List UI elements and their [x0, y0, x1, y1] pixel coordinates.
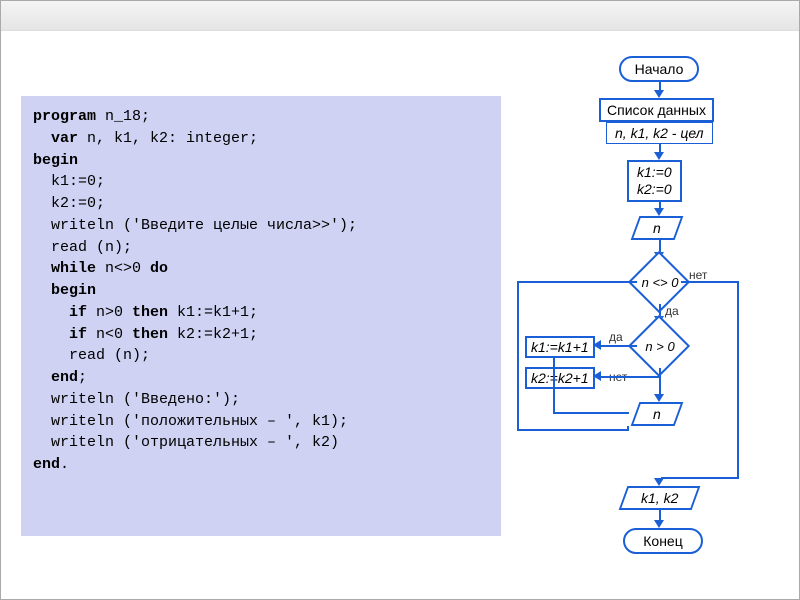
kw-end: end	[33, 369, 78, 386]
io-label: n	[653, 220, 661, 236]
edge	[517, 429, 629, 431]
edge	[661, 477, 739, 479]
code-text: k1:=k1+1;	[177, 304, 258, 321]
code-text: ;	[78, 369, 87, 386]
code-panel: program n_18; var n, k1, k2: integer; be…	[21, 96, 501, 536]
edge	[737, 281, 739, 479]
io-read-n-1: n	[631, 216, 684, 240]
declaration-box: n, k1, k2 - цел	[606, 122, 713, 144]
code-text: n<>0	[105, 260, 150, 277]
edge	[599, 345, 637, 347]
arrow-down-icon	[654, 520, 664, 528]
edge	[627, 426, 629, 431]
terminator-end: Конец	[623, 528, 703, 554]
arrow-down-icon	[654, 90, 664, 98]
arrow-down-icon	[654, 208, 664, 216]
code-text: writeln ('отрицательных – ', k2)	[33, 434, 339, 451]
process-init: k1:=0 k2:=0	[627, 160, 682, 202]
process-k2-inc: k2:=k2+1	[525, 367, 595, 389]
kw-end: end	[33, 456, 60, 473]
edge	[517, 281, 519, 431]
kw-program: program	[33, 108, 105, 125]
io-output: k1, k2	[619, 486, 701, 510]
terminator-start: Начало	[619, 56, 699, 82]
slide: program n_18; var n, k1, k2: integer; be…	[0, 0, 800, 600]
code-text: k2:=k2+1;	[177, 326, 258, 343]
decision-label: n > 0	[629, 339, 691, 354]
code-text: k1:=0;	[33, 173, 105, 190]
rect-data-list: Список данных	[599, 98, 714, 122]
code-text: n<0	[96, 326, 132, 343]
code-text: writeln ('Введите целые числа>>');	[33, 217, 357, 234]
kw-then: then	[132, 326, 177, 343]
code-text: n, k1, k2: integer;	[87, 130, 258, 147]
kw-if: if	[33, 326, 96, 343]
kw-var: var	[33, 130, 87, 147]
edge	[681, 281, 739, 283]
arrow-down-icon	[654, 478, 664, 486]
label-yes: да	[609, 330, 623, 344]
io-label: n	[653, 406, 661, 422]
kw-begin: begin	[33, 282, 96, 299]
code-text: writeln ('положительных – ', k1);	[33, 413, 348, 430]
kw-begin: begin	[33, 152, 78, 169]
io-label: k1, k2	[641, 490, 678, 506]
io-read-n-2: n	[631, 402, 684, 426]
edge	[553, 356, 555, 412]
flowchart: Начало Список данных n, k1, k2 - цел k1:…	[511, 56, 791, 596]
arrow-down-icon	[654, 394, 664, 402]
code-text: .	[60, 456, 69, 473]
code-text: n_18;	[105, 108, 150, 125]
code-text: read (n);	[33, 347, 150, 364]
label-yes: да	[665, 304, 679, 318]
edge	[599, 376, 661, 378]
edge	[553, 412, 629, 414]
code-text: writeln ('Введено:');	[33, 391, 240, 408]
code-text: read (n);	[33, 239, 132, 256]
process-k1-inc: k1:=k1+1	[525, 336, 595, 358]
kw-then: then	[132, 304, 177, 321]
label-no: нет	[689, 268, 707, 282]
kw-while: while	[33, 260, 105, 277]
code-text: n>0	[96, 304, 132, 321]
init-line-2: k2:=0	[637, 181, 672, 198]
kw-do: do	[150, 260, 168, 277]
arrow-down-icon	[654, 152, 664, 160]
edge	[517, 281, 637, 283]
slide-topbar	[1, 1, 799, 31]
init-line-1: k1:=0	[637, 164, 672, 181]
kw-if: if	[33, 304, 96, 321]
code-text: k2:=0;	[33, 195, 105, 212]
